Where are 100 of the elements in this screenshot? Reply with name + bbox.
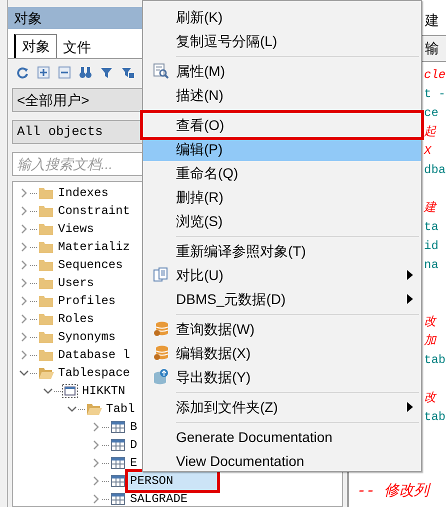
binoculars-icon[interactable] (79, 66, 92, 78)
folder-icon (38, 312, 54, 326)
expand-icon[interactable] (37, 66, 50, 78)
code-line: 起 (424, 125, 436, 139)
chevron-right-icon[interactable] (19, 332, 29, 342)
refresh-icon[interactable] (16, 66, 29, 78)
chevron-right-icon[interactable] (19, 278, 29, 288)
code-line: tab (424, 410, 446, 424)
tree-item[interactable]: Indexes (56, 184, 108, 202)
tree-item[interactable]: PERSON (128, 472, 218, 490)
filter-icon[interactable] (100, 66, 113, 78)
database-upload-icon (152, 369, 168, 385)
code-line: ta (424, 220, 438, 234)
menu-item[interactable]: 浏览(S) (143, 209, 421, 233)
menu-item[interactable]: 查询数据(W) (143, 317, 421, 341)
code-line: dba (424, 163, 446, 177)
code-line: cle (424, 68, 446, 82)
folder-icon (38, 222, 54, 236)
folder-icon (38, 294, 54, 308)
code-line: tab (424, 353, 446, 367)
tree-item[interactable]: Constraint (56, 202, 130, 220)
tree-item[interactable]: B (128, 418, 138, 436)
menu-item[interactable]: 查看(O) (143, 113, 421, 137)
tree-item[interactable]: E (128, 454, 138, 472)
tree-item[interactable]: D (128, 436, 138, 454)
magnifier-document-icon (152, 63, 168, 79)
database-gear-icon (152, 321, 168, 337)
folder-icon (38, 186, 54, 200)
folder-icon (38, 276, 54, 290)
folder-icon (38, 204, 54, 218)
code-line: na (424, 258, 438, 272)
menu-item[interactable]: 属性(M) (143, 59, 421, 83)
menu-item[interactable]: View Documentation (143, 449, 421, 473)
table-icon (110, 420, 126, 434)
tree-item[interactable]: Database l (56, 346, 130, 364)
chevron-right-icon[interactable] (19, 260, 29, 270)
code-line: id (424, 239, 438, 253)
code-line: t - (424, 87, 446, 101)
tree-item[interactable]: HIKKTN (80, 382, 126, 400)
menu-item[interactable]: 添加到文件夹(Z) (143, 395, 421, 419)
chevron-right-icon[interactable] (19, 224, 29, 234)
code-line: 改 (424, 315, 436, 329)
folder-icon (38, 348, 54, 362)
chevron-right-icon[interactable] (91, 476, 101, 486)
tree-item[interactable]: Tabl (104, 400, 135, 418)
chevron-right-icon[interactable] (19, 206, 29, 216)
tree-item[interactable]: Profiles (56, 292, 116, 310)
output-tab[interactable]: 输 (425, 38, 439, 59)
code-line: -- 修改列 (357, 483, 430, 500)
table-icon (110, 438, 126, 452)
menu-item[interactable]: 刷新(K) (143, 5, 421, 29)
code-line: 改 (424, 391, 436, 405)
filter-icon[interactable] (121, 66, 134, 78)
menu-item[interactable]: DBMS_元数据(D) (143, 287, 421, 311)
chevron-right-icon[interactable] (91, 494, 101, 504)
tree-item[interactable]: Users (56, 274, 94, 292)
menu-item[interactable]: 重命名(Q) (143, 161, 421, 185)
code-line: X (424, 144, 432, 158)
menu-item[interactable]: 重新编译参照对象(T) (143, 239, 421, 263)
tree-item[interactable]: SALGRADE (128, 490, 188, 506)
chevron-down-icon[interactable] (19, 368, 29, 378)
panel-title: 对象 (14, 8, 42, 28)
tablespace-icon (62, 384, 78, 398)
menu-item[interactable]: 描述(N) (143, 83, 421, 107)
table-icon (110, 474, 126, 488)
table-icon (110, 456, 126, 470)
menu-item[interactable]: 对比(U) (143, 263, 421, 287)
chevron-right-icon[interactable] (91, 458, 101, 468)
code-line: 建 (424, 201, 436, 215)
chevron-down-icon[interactable] (43, 386, 53, 396)
documents-icon (152, 267, 168, 283)
chevron-down-icon[interactable] (67, 404, 77, 414)
chevron-right-icon[interactable] (19, 296, 29, 306)
database-gear-icon (152, 345, 168, 361)
chevron-right-icon[interactable] (19, 242, 29, 252)
panel-tab[interactable]: 对象 (14, 34, 57, 58)
tree-item[interactable]: Tablespace (56, 364, 130, 382)
tree-item[interactable]: Roles (56, 310, 94, 328)
tree-item[interactable]: Synonyms (56, 328, 116, 346)
folder-icon (38, 240, 54, 254)
chevron-right-icon[interactable] (19, 188, 29, 198)
tree-item[interactable]: Materializ (56, 238, 130, 256)
folder-icon (38, 366, 54, 380)
menu-item[interactable]: Generate Documentation (143, 425, 421, 449)
tree-item[interactable]: Views (56, 220, 94, 238)
menu-item[interactable]: 编辑数据(X) (143, 341, 421, 365)
collapse-icon[interactable] (58, 66, 71, 78)
tree-item[interactable]: Sequences (56, 256, 123, 274)
code-line: 加 (424, 334, 436, 348)
menu-item[interactable]: 导出数据(Y) (143, 365, 421, 389)
folder-icon (38, 330, 54, 344)
menu-item[interactable]: 删掉(R) (143, 185, 421, 209)
chevron-right-icon[interactable] (19, 314, 29, 324)
code-line: ce (424, 106, 438, 120)
chevron-right-icon[interactable] (91, 422, 101, 432)
menu-item[interactable]: 复制逗号分隔(L) (143, 29, 421, 53)
chevron-right-icon[interactable] (19, 350, 29, 360)
folder-icon (38, 258, 54, 272)
chevron-right-icon[interactable] (91, 440, 101, 450)
editor-tab[interactable]: 建 (425, 10, 439, 31)
